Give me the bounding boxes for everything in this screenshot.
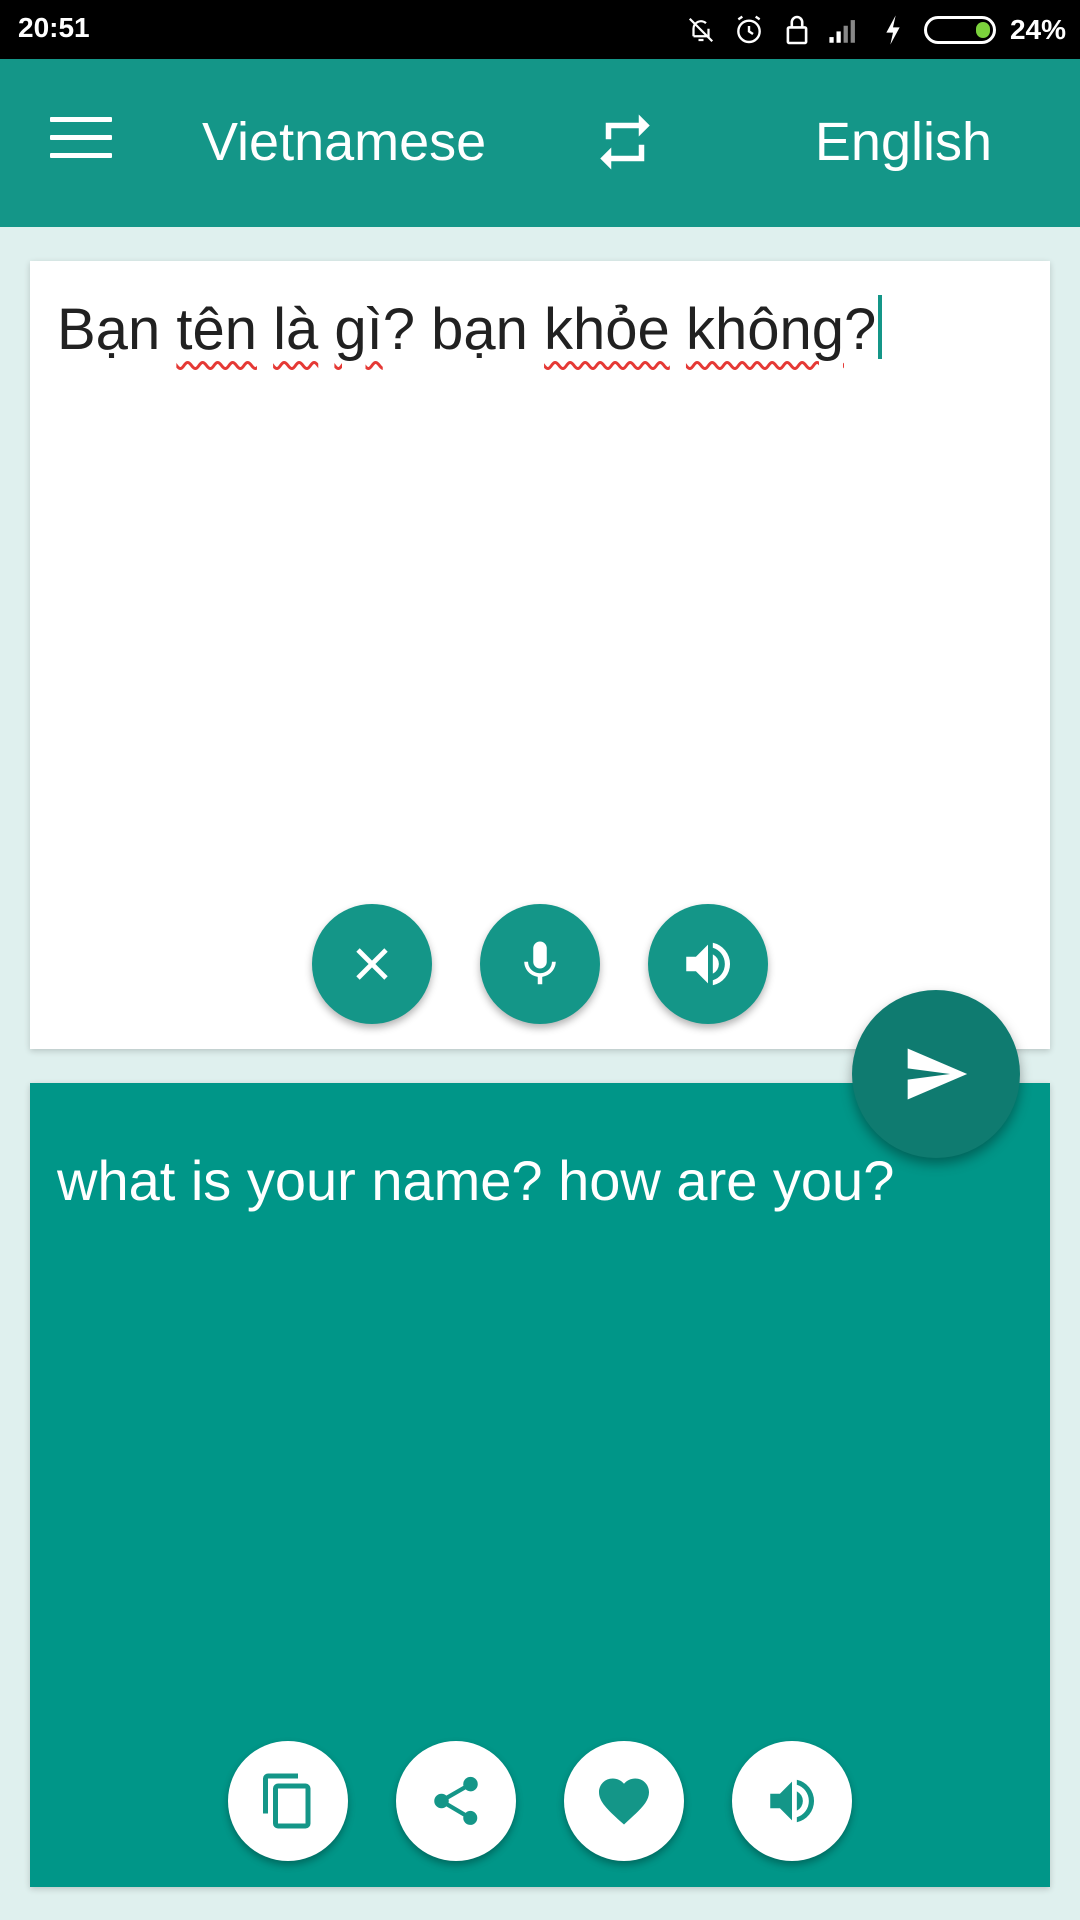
clear-button[interactable] bbox=[312, 904, 432, 1024]
copy-button[interactable] bbox=[228, 1741, 348, 1861]
input-word: bạn bbox=[431, 297, 528, 362]
alarm-icon bbox=[732, 13, 766, 47]
target-language-button[interactable]: English bbox=[815, 111, 992, 173]
microphone-button[interactable] bbox=[480, 904, 600, 1024]
battery-percent: 24% bbox=[1009, 14, 1066, 45]
input-word: tên bbox=[176, 297, 257, 362]
output-card: what is your name? how are you? bbox=[30, 1083, 1050, 1887]
microphone-icon bbox=[524, 941, 556, 985]
app-bar: Vietnamese English bbox=[0, 59, 1080, 227]
favorite-button[interactable] bbox=[564, 1741, 684, 1861]
speaker-icon bbox=[686, 942, 731, 986]
input-word: không bbox=[685, 297, 844, 362]
share-icon bbox=[434, 1776, 478, 1825]
swap-languages-button[interactable] bbox=[592, 109, 658, 175]
lock-icon bbox=[780, 13, 814, 47]
input-word: khỏe bbox=[544, 297, 670, 362]
text-cursor bbox=[878, 295, 883, 359]
input-word: Bạn bbox=[57, 297, 161, 362]
input-word: là bbox=[273, 297, 319, 362]
charging-icon bbox=[876, 13, 910, 47]
menu-icon[interactable] bbox=[50, 117, 112, 167]
source-language-button[interactable]: Vietnamese bbox=[202, 111, 486, 173]
notifications-off-icon bbox=[684, 13, 718, 47]
input-word: gì bbox=[334, 297, 383, 362]
speak-translation-button[interactable] bbox=[732, 1741, 852, 1861]
speaker-icon bbox=[770, 1779, 815, 1823]
close-icon bbox=[356, 948, 388, 980]
battery-level bbox=[975, 22, 990, 38]
status-time: 20:51 bbox=[18, 12, 90, 43]
heart-icon bbox=[599, 1778, 649, 1825]
status-bar: 20:51 24% bbox=[0, 0, 1080, 59]
swap-icon bbox=[600, 114, 650, 170]
copy-icon bbox=[263, 1773, 311, 1829]
signal-icon bbox=[828, 13, 862, 47]
translated-text: what is your name? how are you? bbox=[57, 1149, 895, 1212]
translate-button[interactable] bbox=[852, 990, 1020, 1158]
source-text-input[interactable]: Bạn tên là gì? bạn khỏe không? bbox=[57, 295, 1030, 365]
status-icons: 24% bbox=[684, 10, 1066, 50]
battery-icon bbox=[923, 16, 996, 44]
speak-source-button[interactable] bbox=[648, 904, 768, 1024]
send-icon bbox=[907, 1048, 968, 1100]
input-card: Bạn tên là gì? bạn khỏe không? bbox=[30, 261, 1050, 1049]
share-button[interactable] bbox=[396, 1741, 516, 1861]
